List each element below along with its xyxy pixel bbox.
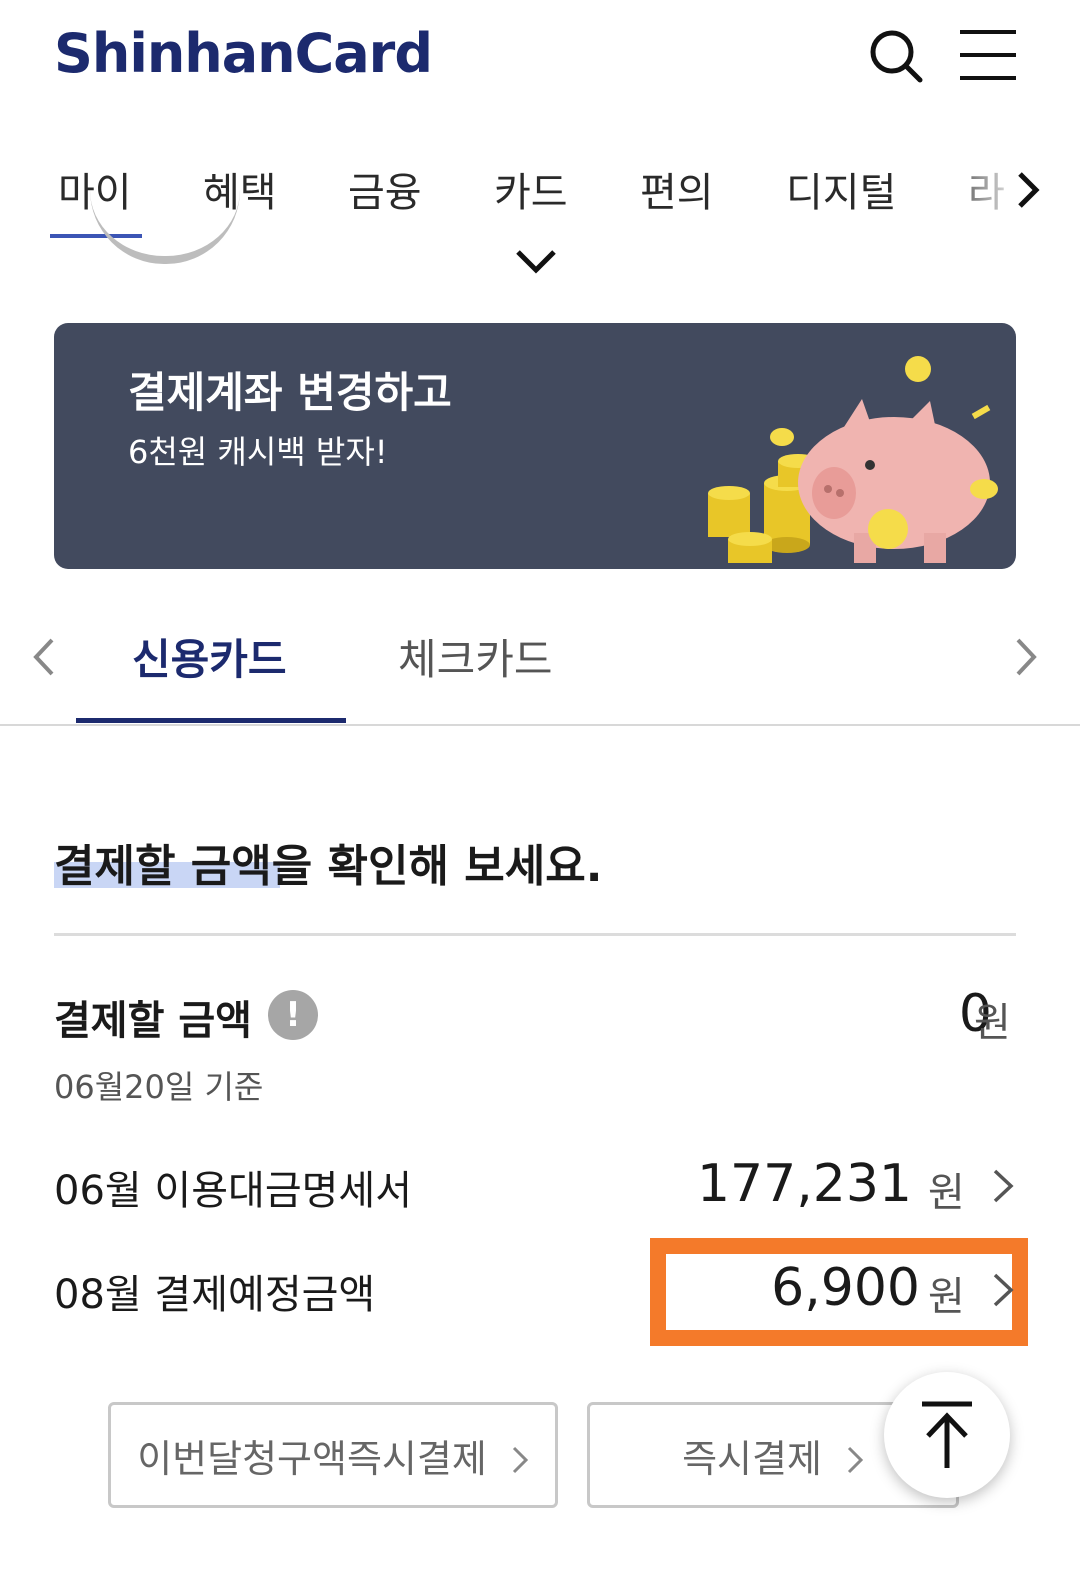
banner-subtitle: 6천원 캐시백 받자!	[128, 433, 388, 471]
pay-this-month-button[interactable]: 이번달청구액즉시결제	[108, 1402, 558, 1508]
chevron-down-icon[interactable]	[512, 244, 560, 278]
scheduled-payment-label[interactable]: 08월 결제예정금액	[54, 1262, 375, 1320]
payment-base-date: 06월20일 기준	[54, 1068, 264, 1106]
payment-amount-unit: 원	[974, 1000, 1011, 1046]
chevron-right-icon	[511, 1440, 529, 1474]
section-title: 결제할 금액을 확인해 보세요.	[54, 841, 603, 892]
statement-label[interactable]: 06월 이용대금명세서	[54, 1158, 412, 1216]
banner-title: 결제계좌 변경하고	[128, 368, 452, 417]
statement-amount[interactable]: 177,231	[697, 1154, 912, 1214]
scheduled-payment-unit: 원	[928, 1274, 965, 1320]
tab-check-card[interactable]: 체크카드	[398, 626, 553, 687]
payment-amount-label: 결제할 금액	[54, 998, 252, 1044]
category-tab-finance[interactable]: 금융	[348, 160, 422, 218]
instant-pay-label: 즉시결제	[682, 1436, 822, 1481]
chevron-right-icon	[846, 1440, 864, 1474]
statement-unit: 원	[928, 1170, 965, 1216]
category-tab-convenience[interactable]: 편의	[640, 160, 714, 218]
scheduled-payment-amount[interactable]: 6,900	[771, 1258, 920, 1318]
chevron-right-icon[interactable]	[1012, 634, 1042, 680]
category-tab-digital[interactable]: 디지털	[786, 160, 896, 218]
chevron-left-icon[interactable]	[28, 634, 58, 680]
hamburger-menu-icon[interactable]	[958, 28, 1018, 84]
promo-banner[interactable]: 결제계좌 변경하고 6천원 캐시백 받자!	[54, 323, 1016, 569]
info-icon[interactable]: !	[268, 990, 318, 1040]
category-tab-card[interactable]: 카드	[494, 160, 568, 218]
search-icon[interactable]	[866, 26, 926, 86]
scroll-to-top-button[interactable]	[884, 1372, 1010, 1498]
tab-credit-card[interactable]: 신용카드	[132, 626, 287, 687]
tab-active-underline	[76, 718, 346, 723]
profile-avatar-partial	[90, 190, 240, 264]
header: ShinhanCard	[0, 0, 1080, 120]
chevron-right-icon[interactable]	[990, 1166, 1016, 1206]
chevron-right-icon[interactable]	[1010, 168, 1044, 212]
divider	[54, 933, 1016, 936]
arrow-up-to-top-icon	[922, 1401, 972, 1468]
card-type-tabs: 신용카드 체크카드	[0, 590, 1080, 726]
piggy-bank-icon	[694, 343, 1014, 569]
chevron-right-icon[interactable]	[990, 1270, 1016, 1310]
shinhan-card-logo[interactable]: ShinhanCard	[54, 22, 433, 85]
pay-this-month-label: 이번달청구액즉시결제	[137, 1436, 487, 1481]
